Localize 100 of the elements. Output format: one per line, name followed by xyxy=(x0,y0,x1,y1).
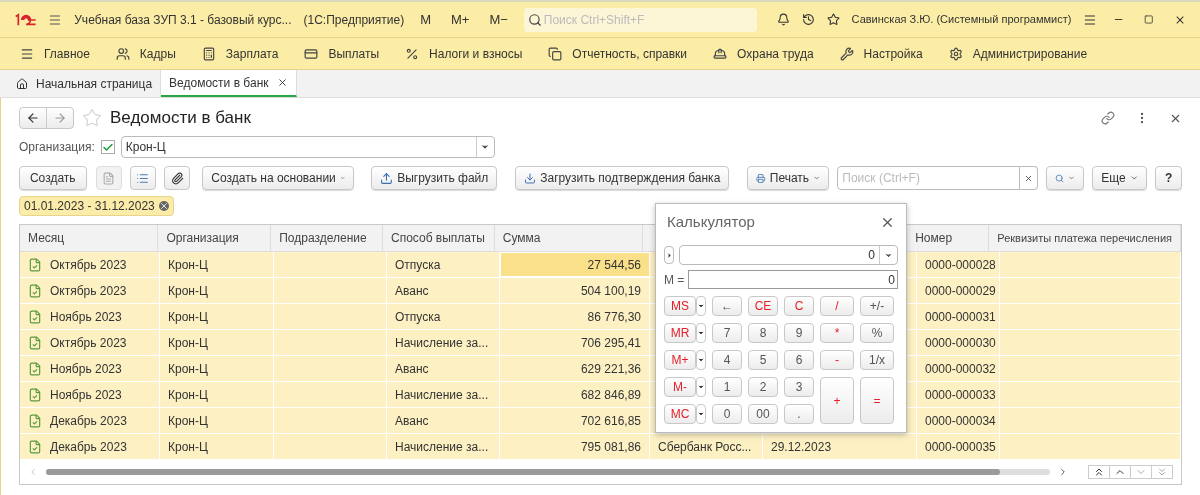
table-cell-text: Начисление за... xyxy=(395,438,489,456)
calculator-key[interactable]: ← xyxy=(712,296,742,316)
table-cell-text: 0000-000033 xyxy=(925,386,996,404)
table-cell-text: Октябрь 2023 xyxy=(50,282,127,300)
calculator-key[interactable]: + xyxy=(820,377,854,424)
table-row[interactable]: Декабрь 2023 Крон-Ц Начисление за... 795 081,86 Сбербанк Росс... 29.12.2023 0000-000035 xyxy=(20,434,1181,460)
calculator-key[interactable]: 0 xyxy=(712,404,742,424)
table-cell-text: Крон-Ц xyxy=(168,412,208,430)
tab[interactable]: Ведомости в банк xyxy=(161,70,297,97)
organization-field[interactable]: Крон-Ц xyxy=(120,136,495,158)
column-header[interactable]: Номер xyxy=(915,229,953,247)
section-item[interactable]: Выплаты xyxy=(304,44,380,63)
help-button[interactable]: ? xyxy=(1155,166,1182,190)
calculator-key[interactable]: 7 xyxy=(712,323,742,343)
memory-dropdown[interactable] xyxy=(696,377,706,397)
calculator-key[interactable]: = xyxy=(860,377,894,424)
calculator-key[interactable]: 1/x xyxy=(860,350,894,370)
calculator-key[interactable]: 1 xyxy=(712,377,742,397)
export-button[interactable]: Выгрузить файл xyxy=(371,166,498,190)
table-cell-text: Крон-Ц xyxy=(168,438,208,456)
calculator-key[interactable]: CE xyxy=(748,296,778,316)
search-field[interactable]: Поиск Ctrl+Shift+F xyxy=(523,7,757,32)
section-item[interactable]: Налоги и взносы xyxy=(405,44,523,63)
column-header[interactable]: Сумма xyxy=(502,229,541,247)
memory-dropdown[interactable] xyxy=(696,296,706,316)
list-search-field[interactable]: Поиск (Ctrl+F) xyxy=(837,166,1021,190)
table-cell-text: Аванс xyxy=(395,412,429,430)
calculator-key[interactable]: 4 xyxy=(712,350,742,370)
document-icon xyxy=(28,439,42,454)
display-field[interactable]: 0 xyxy=(679,245,898,265)
memory-dropdown[interactable] xyxy=(696,350,706,370)
calculator-key[interactable]: +/- xyxy=(860,296,894,316)
table-cell-text: 504 100,19 xyxy=(580,282,641,300)
calculator-key[interactable]: % xyxy=(860,323,894,343)
section-item[interactable]: Отчетность, справки xyxy=(548,44,688,63)
calculator-key[interactable]: 2 xyxy=(748,377,778,397)
table-cell-text: 682 846,89 xyxy=(580,386,641,404)
calculator-key[interactable]: 9 xyxy=(784,323,814,343)
bell-icon[interactable] xyxy=(776,12,790,27)
table-cell-text: Отпуска xyxy=(395,308,441,326)
period-filter[interactable]: 01.01.2023 - 31.12.2023 xyxy=(19,196,174,216)
memory-button[interactable]: M xyxy=(416,9,435,30)
column-header[interactable]: Организация xyxy=(166,229,239,247)
attach-button[interactable] xyxy=(164,166,191,190)
memory-button[interactable]: M− xyxy=(485,9,512,30)
calculator-key[interactable]: 00 xyxy=(748,404,778,424)
calculator-key[interactable]: 5 xyxy=(748,350,778,370)
organization-checkbox[interactable] xyxy=(100,140,115,154)
calculator-key[interactable]: . xyxy=(784,404,814,424)
import-button[interactable]: Загрузить подтверждения банка xyxy=(515,166,730,190)
document-icon xyxy=(28,387,42,402)
table-cell-text: Октябрь 2023 xyxy=(50,334,127,352)
column-header[interactable]: Подразделение xyxy=(279,229,367,247)
link-icon[interactable] xyxy=(1101,111,1115,125)
memory-key[interactable]: MS xyxy=(664,296,696,316)
memory-dropdown[interactable] xyxy=(696,323,706,343)
create-based-button[interactable]: Создать на основании xyxy=(202,166,355,190)
more-button[interactable]: Еще xyxy=(1092,166,1148,190)
scroll-right-icon[interactable] xyxy=(1058,467,1068,477)
document-icon xyxy=(102,171,116,185)
history-icon[interactable] xyxy=(801,12,815,27)
calculator-key[interactable]: 3 xyxy=(784,377,814,397)
double-up-icon xyxy=(1093,466,1105,478)
section-item[interactable]: Зарплата xyxy=(201,44,279,63)
column-header[interactable]: Реквизиты платежа перечисления xyxy=(997,229,1172,247)
section-item[interactable]: Охрана труда xyxy=(713,44,814,63)
calculator-key[interactable]: 8 xyxy=(748,323,778,343)
clear-icon[interactable] xyxy=(158,201,169,211)
download-icon xyxy=(524,171,537,185)
search-button[interactable] xyxy=(1046,166,1085,190)
calculator-key[interactable]: - xyxy=(820,350,854,370)
form-title: Ведомости в банк xyxy=(110,107,251,130)
star-icon[interactable] xyxy=(826,12,840,27)
organization-label: Организация: xyxy=(19,139,95,156)
print-button[interactable]: Печать xyxy=(747,166,830,190)
calculator-key[interactable]: / xyxy=(820,296,854,316)
create-button[interactable]: Создать xyxy=(19,166,87,190)
memory-dropdown[interactable] xyxy=(696,404,706,424)
maximize-icon[interactable] xyxy=(1144,14,1154,25)
calculator-key[interactable]: * xyxy=(820,323,854,343)
memory-key[interactable]: MC xyxy=(664,404,696,424)
table-cell-text: Крон-Ц xyxy=(168,360,208,378)
calculator-key[interactable]: C xyxy=(784,296,814,316)
percent-icon xyxy=(405,46,420,61)
memory-key[interactable]: M- xyxy=(664,377,696,397)
memory-key[interactable]: MR xyxy=(664,323,696,343)
horizontal-scrollbar[interactable] xyxy=(46,469,1050,475)
close-icon[interactable] xyxy=(276,77,288,88)
section-item[interactable]: Главное xyxy=(20,44,90,63)
column-header[interactable]: Способ выплаты xyxy=(391,229,485,247)
section-item[interactable]: Кадры xyxy=(115,44,176,63)
section-item[interactable]: Администрирование xyxy=(948,44,1088,63)
table-cell-text: 0000-000029 xyxy=(925,282,996,300)
memory-key[interactable]: M+ xyxy=(664,350,696,370)
calculator-key[interactable]: 6 xyxy=(784,350,814,370)
expand-button[interactable] xyxy=(664,246,674,264)
memory-button[interactable]: M+ xyxy=(446,9,474,30)
section-item[interactable]: Настройка xyxy=(839,44,923,63)
list-button[interactable] xyxy=(129,166,157,190)
column-header[interactable]: Месяц xyxy=(28,229,65,247)
